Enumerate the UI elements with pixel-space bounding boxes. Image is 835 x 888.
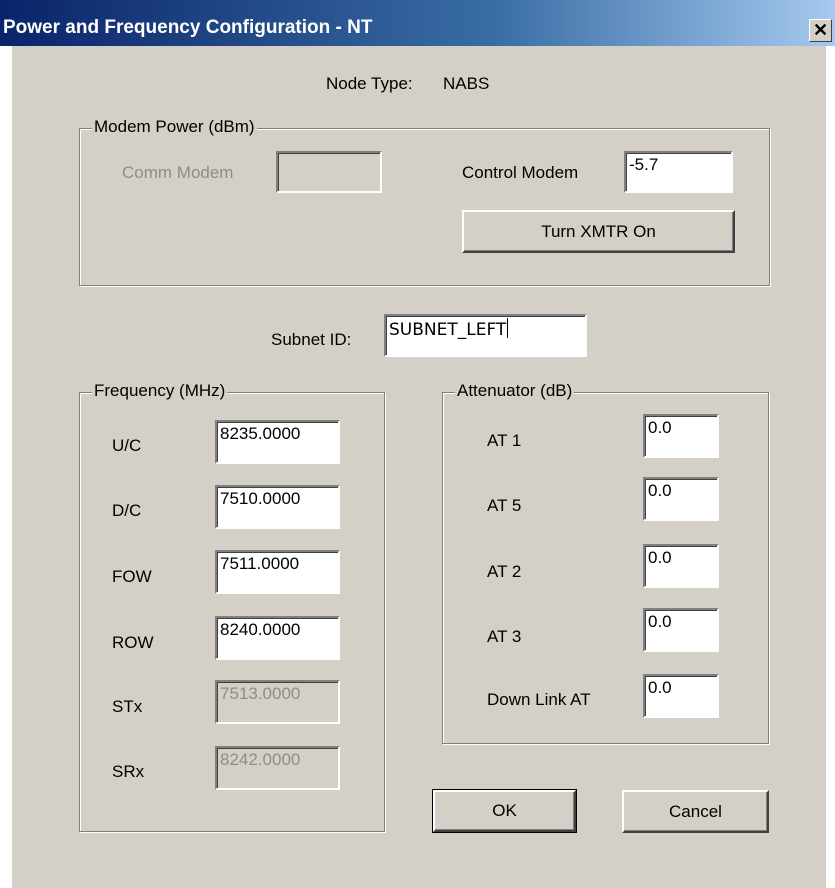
window-frame-left: [0, 46, 12, 888]
att-label-at1: AT 1: [487, 431, 522, 450]
att-field-at3[interactable]: 0.0: [643, 608, 719, 652]
window-frame-right: [826, 46, 835, 888]
window-title: Power and Frequency Configuration - NT: [3, 17, 373, 38]
node-type-value: NABS: [443, 74, 490, 93]
freq-field-uc[interactable]: 8235.0000: [215, 420, 340, 464]
freq-label-row: ROW: [112, 633, 154, 652]
att-field-at5[interactable]: 0.0: [643, 477, 719, 521]
subnet-id-label: Subnet ID:: [271, 330, 352, 349]
freq-label-srx: SRx: [112, 762, 145, 781]
subnet-id-field[interactable]: SUBNET_LEFT: [384, 314, 587, 357]
att-label-at3: AT 3: [487, 627, 522, 646]
freq-field-srx: 8242.0000: [215, 746, 340, 790]
modem-power-legend: Modem Power (dBm): [92, 117, 257, 137]
att-label-at5: AT 5: [487, 496, 522, 515]
freq-field-row[interactable]: 8240.0000: [215, 616, 340, 660]
comm-modem-field: [276, 151, 382, 193]
control-modem-label: Control Modem: [462, 163, 579, 182]
close-button[interactable]: ✕: [809, 19, 832, 42]
freq-field-stx: 7513.0000: [215, 680, 340, 724]
attenuator-legend: Attenuator (dB): [455, 381, 575, 401]
node-type-label: Node Type:: [326, 74, 413, 93]
ok-button[interactable]: OK: [432, 789, 577, 833]
close-icon: ✕: [812, 20, 829, 40]
att-label-at2: AT 2: [487, 562, 522, 581]
frequency-legend: Frequency (MHz): [92, 381, 228, 401]
subnet-id-value: SUBNET_LEFT: [389, 320, 507, 340]
att-field-at1[interactable]: 0.0: [643, 414, 719, 458]
text-cursor: [507, 318, 509, 338]
freq-label-uc: U/C: [112, 436, 142, 455]
att-field-at2[interactable]: 0.0: [643, 544, 719, 588]
cancel-button[interactable]: Cancel: [622, 790, 769, 833]
att-field-downlink[interactable]: 0.0: [643, 674, 719, 718]
comm-modem-label: Comm Modem: [122, 163, 234, 182]
freq-label-fow: FOW: [112, 567, 152, 586]
freq-field-dc[interactable]: 7510.0000: [215, 485, 340, 529]
freq-field-fow[interactable]: 7511.0000: [215, 550, 340, 594]
att-label-downlink: Down Link AT: [487, 690, 591, 709]
freq-label-dc: D/C: [112, 501, 142, 520]
freq-label-stx: STx: [112, 697, 143, 716]
control-modem-field[interactable]: -5.7: [624, 151, 733, 193]
turn-xmtr-on-button[interactable]: Turn XMTR On: [462, 210, 735, 253]
